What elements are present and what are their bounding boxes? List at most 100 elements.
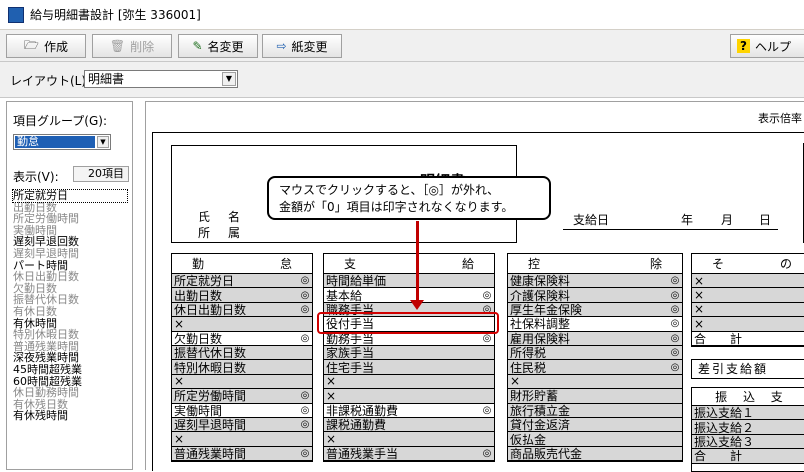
rename-button[interactable]: ✎ 名変更 <box>178 34 258 58</box>
layout-bar: レイアウト(L): 明細書 ▼ <box>0 62 804 98</box>
paydate-day: 日 <box>759 213 772 227</box>
table-row[interactable]: 普通残業時間 ◎ <box>172 446 312 462</box>
help-icon: ? <box>737 39 750 53</box>
item-count: 20項目 <box>73 166 129 182</box>
table-row[interactable]: 住宅手当 <box>324 360 494 375</box>
table-row[interactable]: 住民税 ◎ <box>508 360 682 375</box>
group-label: 項目グループ(G): <box>13 114 107 128</box>
chevron-down-icon[interactable]: ▼ <box>97 136 109 148</box>
row-label: 普通残業時間 <box>174 446 247 461</box>
layout-label: レイアウト(L): <box>10 74 91 88</box>
print-mark-icon[interactable]: ◎ <box>668 290 682 301</box>
callout-arrow-line <box>416 221 419 304</box>
transfer-box: 振 込 支振込支給１ 振込支給２ 振込支給３ 合 計 <box>691 387 804 472</box>
print-mark-icon[interactable]: ◎ <box>668 275 682 286</box>
row-label: × <box>326 388 337 403</box>
callout-balloon: マウスでクリックすると、［◎］が外れ、 金額が「0」項目は印字されなくなります。 <box>267 176 551 220</box>
print-mark-icon[interactable]: ◎ <box>298 405 312 416</box>
print-mark-icon[interactable]: ◎ <box>668 304 682 315</box>
row-label: 住宅手当 <box>326 360 375 375</box>
item-group-panel: 項目グループ(G): 勤怠 ▼ 表示(V): 20項目 所定就労日 出勤日数 所定労… <box>6 101 133 470</box>
change-paper-button[interactable]: ⇨ 紙変更 <box>262 34 342 58</box>
paper-icon: ⇨ <box>276 39 287 53</box>
print-mark-icon[interactable]: ◎ <box>298 419 312 430</box>
table-row[interactable]: 商品販売代金 <box>508 446 682 462</box>
row-label: × <box>174 316 185 331</box>
table-row[interactable]: × <box>692 302 804 318</box>
print-mark-icon[interactable]: ◎ <box>298 333 312 344</box>
print-mark-icon[interactable]: ◎ <box>298 304 312 315</box>
table-row[interactable]: 休日出勤日数 ◎ <box>172 302 312 318</box>
item-list[interactable]: 所定就労日 出勤日数 所定労働時間 実働時間 遅刻早退回数 遅刻早退時間 パート時間 休日出勤… <box>12 189 128 422</box>
row-label: 普通残業手当 <box>326 446 399 461</box>
row-label: × <box>510 374 521 389</box>
print-mark-icon[interactable]: ◎ <box>298 390 312 401</box>
group-select[interactable]: 勤怠 ▼ <box>13 134 111 150</box>
list-item[interactable]: 所定就労日 <box>12 189 128 203</box>
dept-label-1: 所 <box>198 226 211 240</box>
column-header-char: 給 <box>461 257 474 271</box>
delete-button[interactable]: 🗑 削除 <box>92 34 172 58</box>
row-label: 商品販売代金 <box>510 446 583 461</box>
table-row[interactable]: 合 計 <box>692 331 804 346</box>
attendance-column: 勤怠所定就労日 ◎ 出勤日数 ◎ 休日出勤日数 ◎ × 欠勤日数 ◎ 振替代休日数 特別休暇日数 × 所… <box>171 253 313 463</box>
list-item[interactable]: 遅刻早退時間 <box>13 248 127 260</box>
row-label: 特別休暇日数 <box>174 360 247 375</box>
pencil-icon: ✎ <box>192 39 203 53</box>
net-pay-label[interactable]: 差引支給額 <box>691 359 804 379</box>
help-button[interactable]: ? ヘルプ <box>730 34 804 58</box>
row-label: × <box>326 432 337 446</box>
table-row[interactable]: 特別休暇日数 <box>172 360 312 375</box>
table-row[interactable]: 普通残業手当 ◎ <box>324 446 494 462</box>
arrow-down-icon <box>410 300 424 310</box>
print-mark-icon[interactable]: ◎ <box>668 362 682 373</box>
app-icon <box>8 6 24 23</box>
table-row[interactable]: 課税通勤費 <box>324 417 494 433</box>
deduction-column-header: 控除 <box>508 254 682 274</box>
column-header-char: 除 <box>649 257 662 271</box>
table-row[interactable]: 遅刻早退時間 ◎ <box>172 417 312 433</box>
row-label: × <box>174 432 185 446</box>
chevron-down-icon[interactable]: ▼ <box>222 72 236 86</box>
column-header-char: そ <box>712 257 725 271</box>
print-mark-icon[interactable]: ◎ <box>668 333 682 344</box>
paydate-month: 月 <box>721 213 734 227</box>
paydate-year: 年 <box>681 213 694 227</box>
print-mark-icon[interactable]: ◎ <box>668 347 682 358</box>
print-mark-icon[interactable]: ◎ <box>298 290 312 301</box>
row-label: × <box>694 288 705 303</box>
table-row[interactable]: 合 計 <box>692 449 804 464</box>
table-row[interactable]: × <box>692 288 804 303</box>
column-header-char: 勤 <box>192 257 205 271</box>
layout-select[interactable]: 明細書 ▼ <box>84 70 238 88</box>
list-item[interactable]: 休日出勤日数 <box>13 271 127 283</box>
row-label: 住民税 <box>510 360 547 375</box>
list-item[interactable]: 45時間超残業 <box>13 364 127 376</box>
table-row[interactable]: × <box>692 273 804 289</box>
row-label: × <box>694 316 705 331</box>
print-mark-icon[interactable]: ◎ <box>480 333 494 344</box>
print-mark-icon[interactable]: ◎ <box>480 290 494 301</box>
create-button[interactable]: 🗁 作成 <box>6 34 86 58</box>
list-item[interactable]: 特別休暇日数 <box>13 329 127 341</box>
list-item[interactable]: 休日勤務時間 <box>13 387 127 399</box>
list-item[interactable]: 有休残時間 <box>13 410 127 422</box>
list-item[interactable]: 有休日数 <box>13 306 127 318</box>
deduction-column: 控除健康保険料 ◎ 介護保険料 ◎ 厚生年金保険 ◎ 社保料調整 ◎ 雇用保険料 ◎ 所得税 ◎ 住民税… <box>507 253 683 463</box>
column-header-char: 支 <box>344 257 357 271</box>
table-row[interactable]: × <box>324 374 494 390</box>
callout-line-1: マウスでクリックすると、［◎］が外れ、 <box>279 183 500 197</box>
print-mark-icon[interactable]: ◎ <box>480 448 494 459</box>
print-mark-icon[interactable]: ◎ <box>298 448 312 459</box>
row-label: × <box>694 302 705 317</box>
print-mark-icon[interactable]: ◎ <box>480 405 494 416</box>
row-label: × <box>174 374 185 389</box>
paydate-underline <box>563 229 778 230</box>
highlight-box <box>317 312 499 334</box>
dept-label-2: 属 <box>228 226 241 240</box>
row-label: × <box>694 273 705 288</box>
print-mark-icon[interactable]: ◎ <box>298 275 312 286</box>
print-mark-icon[interactable]: ◎ <box>668 318 682 329</box>
layout-sheet: 表示倍率 明細書 氏 名 所 属 支給日 年 月 日 勤怠所定就労日◎出勤日数◎… <box>145 101 804 472</box>
name-label-1: 氏 <box>198 210 211 224</box>
